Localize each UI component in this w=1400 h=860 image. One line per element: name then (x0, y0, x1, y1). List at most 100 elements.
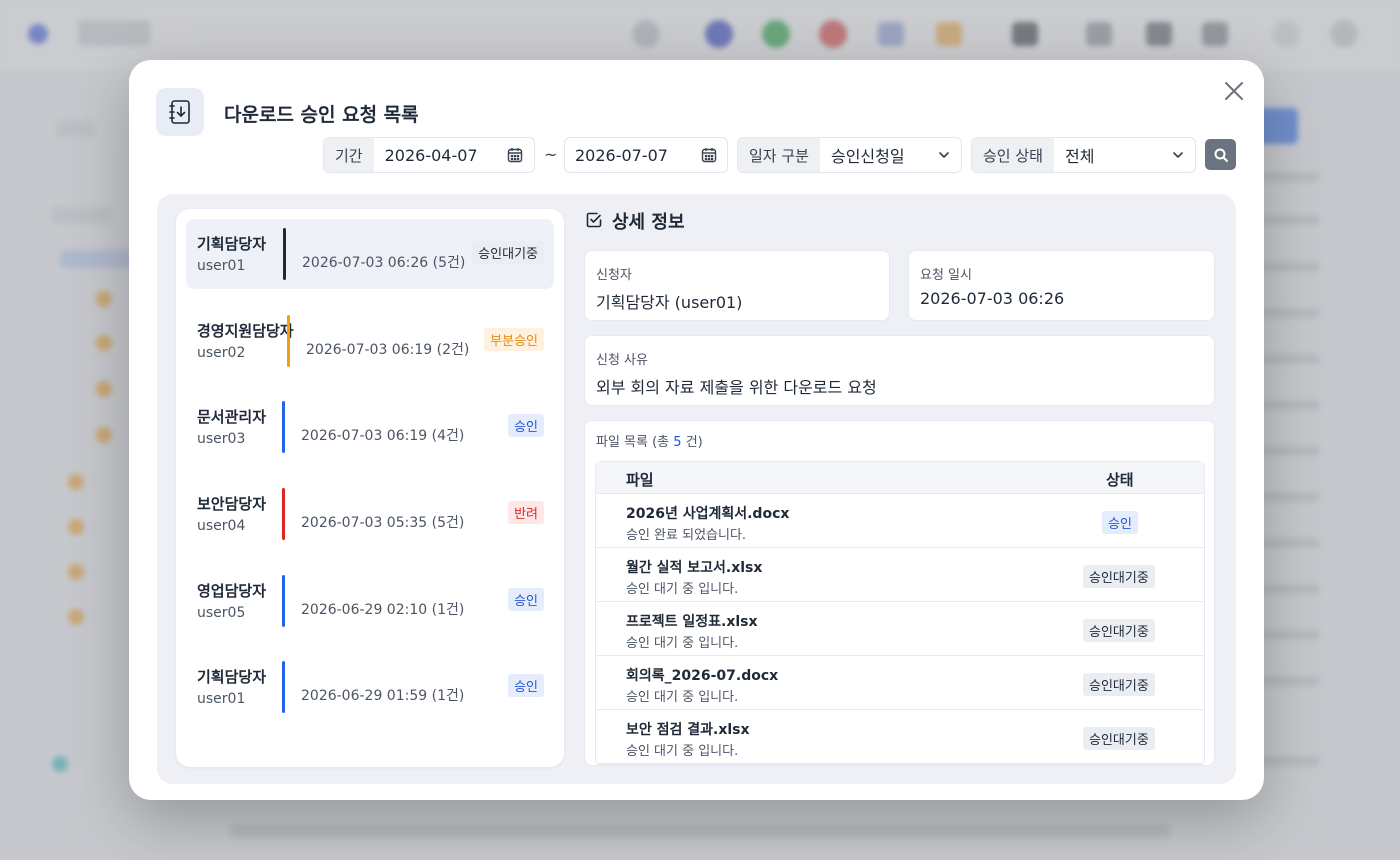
status-label: 승인 상태 (972, 138, 1054, 172)
file-row: 월간 실적 보고서.xlsx 승인 대기 중 입니다. 승인대기중 (596, 548, 1204, 602)
checkbox-icon (586, 212, 602, 228)
search-icon (1214, 148, 1228, 162)
detail-title: 상세 정보 (612, 212, 685, 233)
request-name: 기획담당자 (197, 235, 267, 253)
request-item[interactable]: 보안담당자 user04 2026-07-03 05:35 (5건) 반려 (186, 479, 554, 549)
download-approval-modal: 다운로드 승인 요청 목록 기간 2026-04-07 ~ 2026-07-07 (129, 60, 1264, 800)
request-item[interactable]: 경영지원담당자 user02 2026-07-03 06:19 (2건) 부분승인 (186, 306, 554, 376)
file-row: 보안 점검 결과.xlsx 승인 대기 중 입니다. 승인대기중 (596, 710, 1204, 764)
chevron-down-icon (1173, 152, 1183, 158)
request-name: 기획담당자 (197, 668, 267, 686)
modal-title: 다운로드 승인 요청 목록 (224, 104, 419, 126)
column-header-status: 상태 (1106, 471, 1134, 489)
file-status-badge: 승인대기중 (1083, 673, 1155, 696)
file-list-card: 파일 목록 (총 5 건) 파일 상태 2026년 사업계획서.docx 승인 완… (584, 420, 1215, 766)
file-status-badge: 승인대기중 (1083, 619, 1155, 642)
file-status-message: 승인 완료 되었습니다. (626, 528, 747, 543)
request-user-id: user03 (197, 431, 246, 447)
date-type-filter: 일자 구분 승인신청일 (737, 137, 962, 173)
close-button[interactable] (1219, 76, 1249, 106)
reason-value: 외부 회의 자료 제출을 위한 다운로드 요청 (596, 378, 877, 397)
request-status-bar (282, 575, 285, 627)
file-table-header: 파일 상태 (596, 462, 1204, 494)
end-date-value: 2026-07-07 (575, 145, 668, 165)
request-name: 문서관리자 (197, 408, 267, 426)
request-user-id: user04 (197, 518, 246, 534)
reason-card: 신청 사유 외부 회의 자료 제출을 위한 다운로드 요청 (584, 335, 1215, 406)
status-filter: 승인 상태 전체 (971, 137, 1196, 173)
date-type-select[interactable]: 승인신청일 (820, 138, 961, 172)
date-type-label: 일자 구분 (738, 138, 820, 172)
request-status-bar (283, 228, 286, 280)
file-status-badge: 승인 (1102, 511, 1138, 534)
download-list-icon (156, 88, 204, 136)
request-item[interactable]: 기획담당자 user01 2026-07-03 06:26 (5건) 승인대기중 (186, 219, 554, 289)
request-name: 영업담당자 (197, 582, 267, 600)
file-count: 5 (673, 435, 682, 450)
start-date-value: 2026-04-07 (384, 145, 478, 165)
file-name: 월간 실적 보고서.xlsx (626, 560, 763, 576)
request-datetime: 2026-07-03 06:19 (4건) (301, 428, 465, 444)
applicant-card: 신청자 기획담당자 (user01) (584, 250, 890, 321)
request-datetime: 2026-06-29 01:59 (1건) (301, 688, 465, 704)
request-item[interactable]: 기획담당자 user01 2026-06-29 01:59 (1건) 승인 (186, 652, 554, 722)
search-button[interactable] (1205, 139, 1236, 170)
request-status-badge: 승인 (508, 414, 544, 437)
request-status-bar (287, 315, 290, 367)
request-status-badge: 반려 (508, 501, 544, 524)
request-status-bar (282, 401, 285, 453)
start-date-input[interactable]: 2026-04-07 (374, 138, 534, 172)
reason-label: 신청 사유 (596, 353, 648, 368)
file-status-message: 승인 대기 중 입니다. (626, 690, 739, 705)
period-filter: 기간 2026-04-07 (323, 137, 535, 173)
status-select[interactable]: 전체 (1054, 138, 1195, 172)
request-list: 기획담당자 user01 2026-07-03 06:26 (5건) 승인대기중경영지… (176, 209, 564, 767)
request-datetime: 2026-07-03 05:35 (5건) (301, 515, 465, 531)
file-list-caption: 파일 목록 (총 5 건) (596, 431, 703, 450)
request-datetime: 2026-06-29 02:10 (1건) (301, 602, 465, 618)
date-range-separator: ~ (544, 145, 558, 164)
request-status-badge: 부분승인 (484, 328, 544, 351)
calendar-icon[interactable] (701, 147, 717, 163)
file-row: 회의록_2026-07.docx 승인 대기 중 입니다. 승인대기중 (596, 656, 1204, 710)
file-status-message: 승인 대기 중 입니다. (626, 744, 739, 759)
content-area: 기획담당자 user01 2026-07-03 06:26 (5건) 승인대기중 경영지… (157, 194, 1236, 784)
request-item[interactable]: 문서관리자 user03 2026-07-03 06:19 (4건) 승인 (186, 392, 554, 462)
file-status-message: 승인 대기 중 입니다. (626, 582, 739, 597)
applicant-label: 신청자 (596, 268, 632, 283)
end-date-input[interactable]: 2026-07-07 (564, 137, 728, 173)
status-value: 전체 (1064, 147, 1095, 166)
request-item[interactable]: 영업담당자 user05 2026-06-29 02:10 (1건) 승인 (186, 566, 554, 636)
file-list-caption-prefix: 파일 목록 (총 (596, 435, 674, 450)
calendar-icon[interactable] (507, 147, 523, 163)
file-row: 프로젝트 일정표.xlsx 승인 대기 중 입니다. 승인대기중 (596, 602, 1204, 656)
file-row: 2026년 사업계획서.docx 승인 완료 되었습니다. 승인 (596, 494, 1204, 548)
column-header-file: 파일 (626, 471, 654, 489)
request-name: 경영지원담당자 (197, 322, 294, 340)
request-user-id: user01 (197, 258, 246, 274)
chevron-down-icon (939, 152, 949, 158)
request-name: 보안담당자 (197, 495, 267, 513)
file-table: 파일 상태 2026년 사업계획서.docx 승인 완료 되었습니다. 승인월간 실… (595, 461, 1205, 765)
request-time-label: 요청 일시 (920, 268, 972, 283)
applicant-value: 기획담당자 (user01) (596, 293, 743, 312)
file-list-caption-suffix: 건) (681, 435, 703, 450)
request-status-bar (282, 488, 285, 540)
file-name: 2026년 사업계획서.docx (626, 506, 790, 522)
request-status-bar (282, 661, 285, 713)
date-type-value: 승인신청일 (830, 147, 905, 166)
request-user-id: user01 (197, 691, 246, 707)
request-datetime: 2026-07-03 06:26 (5건) (302, 255, 466, 271)
request-status-badge: 승인대기중 (472, 241, 544, 264)
file-name: 회의록_2026-07.docx (626, 668, 779, 684)
period-label: 기간 (324, 138, 374, 172)
file-name: 프로젝트 일정표.xlsx (626, 614, 758, 630)
request-time-value: 2026-07-03 06:26 (920, 289, 1065, 308)
request-time-card: 요청 일시 2026-07-03 06:26 (908, 250, 1215, 321)
close-icon (1225, 82, 1243, 100)
request-status-badge: 승인 (508, 588, 544, 611)
file-name: 보안 점검 결과.xlsx (626, 722, 750, 738)
request-user-id: user05 (197, 605, 246, 621)
file-status-badge: 승인대기중 (1083, 727, 1155, 750)
file-status-message: 승인 대기 중 입니다. (626, 636, 739, 651)
